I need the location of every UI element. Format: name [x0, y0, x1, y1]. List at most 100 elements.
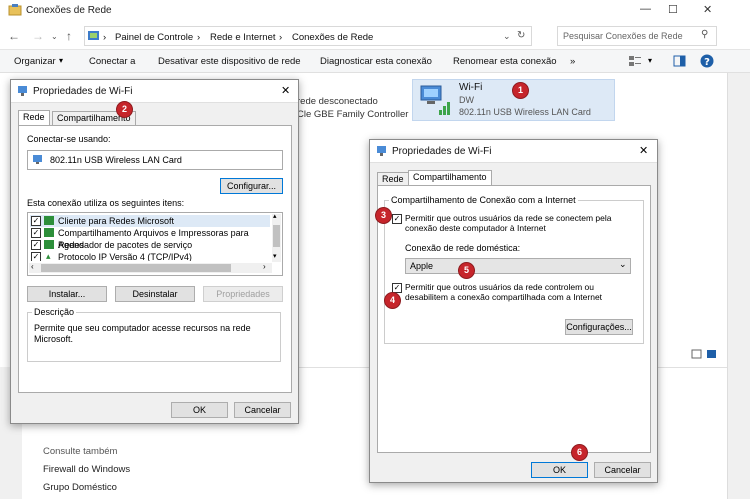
- diagnose-button[interactable]: Diagnosticar esta conexão: [320, 56, 432, 67]
- wifi-properties-dialog-compartilhamento: Propriedades de Wi-Fi ✕ Rede Compartilha…: [369, 139, 658, 483]
- step-badge-1: 1: [512, 82, 529, 99]
- dialog2-tab-page: Compartilhamento de Conexão com a Intern…: [377, 185, 651, 453]
- dropdown-icon[interactable]: ⌄: [503, 31, 511, 42]
- command-bar: Organizar ▾ Conectar a Desativar este di…: [0, 50, 750, 73]
- ics-group-label: Compartilhamento de Conexão com a Intern…: [389, 195, 578, 205]
- dialog2-ok-button[interactable]: OK: [531, 462, 588, 478]
- search-placeholder: Pesquisar Conexões de Rede: [563, 31, 683, 41]
- home-conn-select[interactable]: Apple ⌄: [405, 258, 631, 274]
- list-item[interactable]: ✓ Compartilhamento Arquivos e Impressora…: [30, 227, 270, 250]
- uninstall-button[interactable]: Desinstalar: [115, 286, 195, 302]
- checkbox-checked[interactable]: ✓: [31, 240, 41, 250]
- dialog1-cancel-button[interactable]: Cancelar: [234, 402, 291, 418]
- maximize-button[interactable]: ☐: [668, 3, 678, 16]
- view-options-icon[interactable]: [628, 55, 642, 67]
- client-icon: [44, 216, 54, 225]
- scroll-thumb[interactable]: [273, 225, 280, 247]
- help-icon[interactable]: ?: [700, 54, 714, 68]
- back-button[interactable]: ←: [8, 29, 20, 43]
- svg-text:?: ?: [704, 57, 710, 68]
- rename-button[interactable]: Renomear esta conexão: [453, 56, 557, 67]
- organize-button[interactable]: Organizar: [14, 56, 56, 67]
- right-scroll-strip: [727, 73, 750, 499]
- checkbox-checked[interactable]: ✓: [31, 216, 41, 226]
- close-button[interactable]: ✕: [703, 3, 712, 16]
- view-toggle-icons[interactable]: [691, 348, 721, 360]
- recent-dropdown-icon[interactable]: ⌄: [51, 32, 58, 41]
- list-hscrollbar[interactable]: ‹ ›: [29, 262, 272, 273]
- connect-button[interactable]: Conectar a: [89, 56, 135, 67]
- organize-dropdown-icon: ▾: [59, 56, 64, 65]
- item-label: Agendador de pacotes de serviço: [58, 240, 193, 250]
- step-badge-3: 3: [375, 207, 392, 224]
- adapter-name: 802.11n USB Wireless LAN Card: [50, 155, 182, 165]
- install-button[interactable]: Instalar...: [27, 286, 107, 302]
- scroll-up-icon[interactable]: ▴: [273, 212, 277, 220]
- items-label: Esta conexão utiliza os seguintes itens:: [27, 198, 185, 208]
- connect-using-label: Conectar-se usando:: [27, 134, 111, 144]
- wifi-name: Wi-Fi: [459, 82, 483, 93]
- breadcrumb-rede-internet[interactable]: Rede e Internet: [210, 32, 276, 43]
- list-item[interactable]: ✓ Agendador de pacotes de serviço: [30, 239, 270, 251]
- list-item[interactable]: ✓ Cliente para Redes Microsoft: [30, 215, 270, 227]
- home-conn-value: Apple: [410, 261, 434, 271]
- crumb-sep: ›: [197, 32, 201, 43]
- allow-connect-label: Permitir que outros usuários da rede se …: [405, 213, 612, 233]
- protocol-icon: ▴: [46, 251, 51, 261]
- breadcrumb-painel[interactable]: Painel de Controle: [115, 32, 193, 43]
- tab-compartilhamento[interactable]: Compartilhamento: [408, 170, 492, 185]
- wifi-adapter-icon: [420, 85, 450, 115]
- forward-button[interactable]: →: [32, 29, 44, 43]
- up-button[interactable]: ↑: [66, 29, 72, 43]
- list-scrollbar[interactable]: ▴ ▾: [272, 212, 281, 262]
- dialog1-tab-page: Conectar-se usando: 802.11n USB Wireless…: [18, 125, 292, 393]
- wifi-network: DW: [459, 95, 474, 105]
- item-label: Protocolo IP Versão 4 (TCP/IPv4): [58, 252, 192, 261]
- breadcrumb-conexoes[interactable]: Conexões de Rede: [292, 32, 373, 43]
- home-conn-label: Conexão de rede doméstica:: [405, 243, 521, 253]
- list-item[interactable]: ✓ ▴ Protocolo IP Versão 4 (TCP/IPv4): [30, 251, 270, 261]
- ethernet-device: Cle GBE Family Controller: [297, 109, 409, 120]
- checkbox-checked[interactable]: ✓: [31, 228, 41, 238]
- tab-rede[interactable]: Rede: [377, 172, 409, 186]
- disable-device-button[interactable]: Desativar este dispositivo de rede: [158, 56, 301, 67]
- crumb-sep: ›: [103, 32, 107, 43]
- minimize-button[interactable]: —: [640, 3, 651, 15]
- wifi-device: 802.11n USB Wireless LAN Card: [459, 107, 591, 117]
- address-input[interactable]: › Painel de Controle › Rede e Internet ›…: [84, 26, 532, 46]
- view-dropdown-icon[interactable]: ▾: [648, 56, 652, 65]
- allow-connect-checkbox[interactable]: ✓: [392, 214, 402, 224]
- firewall-link[interactable]: Firewall do Windows: [43, 464, 130, 475]
- dialog1-ok-button[interactable]: OK: [171, 402, 228, 418]
- items-list: ✓ Cliente para Redes Microsoft ✓ Compart…: [27, 212, 283, 276]
- homegroup-link[interactable]: Grupo Doméstico: [43, 482, 117, 493]
- properties-button[interactable]: Propriedades: [203, 286, 283, 302]
- tab-rede[interactable]: Rede: [18, 110, 50, 125]
- settings-button[interactable]: Configurações...: [565, 319, 633, 335]
- dialog2-close-button[interactable]: ✕: [639, 144, 648, 157]
- dialog1-close-button[interactable]: ✕: [281, 84, 290, 97]
- network-adapter-icon: [18, 86, 27, 96]
- scroll-right-icon[interactable]: ›: [263, 262, 266, 271]
- step-badge-4: 4: [384, 292, 401, 309]
- preview-pane-icon[interactable]: [673, 55, 686, 67]
- checkbox-checked[interactable]: ✓: [31, 252, 41, 261]
- dialog2-title: Propriedades de Wi-Fi: [392, 146, 492, 157]
- step-badge-5: 5: [458, 262, 475, 279]
- step-badge-6: 6: [571, 444, 588, 461]
- refresh-icon[interactable]: ↻: [517, 30, 525, 41]
- description-label: Descrição: [32, 307, 77, 317]
- scroll-left-icon[interactable]: ‹: [31, 262, 34, 271]
- more-commands-button[interactable]: »: [570, 56, 575, 67]
- hscroll-thumb[interactable]: [41, 264, 231, 272]
- window-title: Conexões de Rede: [26, 5, 112, 16]
- configure-button[interactable]: Configurar...: [220, 178, 283, 194]
- window-titlebar: Conexões de Rede — ☐ ✕: [0, 0, 750, 22]
- dialog2-cancel-button[interactable]: Cancelar: [594, 462, 651, 478]
- adapter-field: 802.11n USB Wireless LAN Card: [27, 150, 283, 170]
- chevron-down-icon: ⌄: [619, 259, 627, 269]
- scroll-down-icon[interactable]: ▾: [273, 252, 277, 260]
- search-input[interactable]: Pesquisar Conexões de Rede ⚲: [557, 26, 717, 46]
- search-icon[interactable]: ⚲: [701, 29, 708, 40]
- adapter-icon: [33, 155, 42, 164]
